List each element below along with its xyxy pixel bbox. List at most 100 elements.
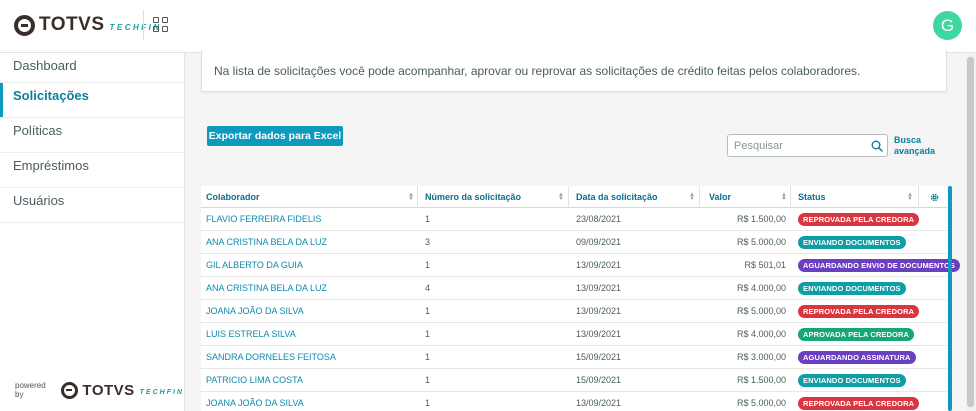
sidebar-item-solicitacoes[interactable]: Solicitações <box>0 83 184 118</box>
cell-data: 15/09/2021 <box>576 375 622 385</box>
powered-by-label: powered by <box>15 381 46 399</box>
page-scrollbar-thumb[interactable] <box>967 57 974 407</box>
cell-colaborador[interactable]: SANDRA DORNELES FEITOSA <box>206 346 336 368</box>
col-header-valor[interactable]: Valor <box>709 186 731 208</box>
table-row[interactable]: ANA CRISTINA BELA DA LUZ 4 13/09/2021 R$… <box>201 277 947 300</box>
table-row[interactable]: ANA CRISTINA BELA DA LUZ 3 09/09/2021 R$… <box>201 231 947 254</box>
cell-colaborador[interactable]: ANA CRISTINA BELA DA LUZ <box>206 231 327 253</box>
status-badge: AGUARDANDO ASSINATURA <box>798 351 916 365</box>
cell-valor: R$ 5.000,00 <box>736 237 786 247</box>
powered-by: powered by TOTVS TECHFIN <box>15 379 184 401</box>
advanced-search-link[interactable]: Busca avançada <box>894 135 939 157</box>
sort-icon[interactable]: ▲ ▼ <box>689 192 695 202</box>
export-excel-button[interactable]: Exportar dados para Excel <box>207 126 343 146</box>
gear-icon[interactable] <box>929 192 940 203</box>
totvs-logo-icon <box>14 14 35 36</box>
cell-status: ENVIANDO DOCUMENTOS <box>798 277 906 299</box>
cell-numero: 3 <box>425 237 431 247</box>
col-header-numero[interactable]: Número da solicitação <box>425 186 521 208</box>
table-row[interactable]: LUIS ESTRELA SILVA 1 13/09/2021 R$ 4.000… <box>201 323 947 346</box>
user-avatar[interactable]: G <box>933 11 962 40</box>
status-badge: REPROVADA PELA CREDORA <box>798 397 920 411</box>
cell-data: 09/09/2021 <box>576 237 622 247</box>
search-box <box>727 134 888 157</box>
cell-numero: 1 <box>425 260 431 270</box>
cell-status: REPROVADA PELA CREDORA <box>798 392 920 411</box>
cell-valor: R$ 501,01 <box>744 260 786 270</box>
cell-valor: R$ 1.500,00 <box>736 214 786 224</box>
table-row[interactable]: GIL ALBERTO DA GUIA 1 13/09/2021 R$ 501,… <box>201 254 961 277</box>
sidebar-item-politicas[interactable]: Políticas <box>0 118 184 153</box>
search-icon[interactable] <box>871 140 883 152</box>
cell-data: 15/09/2021 <box>576 352 622 362</box>
table-row[interactable]: SANDRA DORNELES FEITOSA 1 15/09/2021 R$ … <box>201 346 947 369</box>
cell-data: 13/09/2021 <box>576 283 622 293</box>
totvs-techfin-logo[interactable]: TOTVS TECHFIN <box>14 14 162 36</box>
app-header: TOTVS TECHFIN G <box>0 0 976 53</box>
col-divider <box>790 186 791 208</box>
cell-valor: R$ 1.500,00 <box>736 375 786 385</box>
cell-status: REPROVADA PELA CREDORA <box>798 208 920 230</box>
cell-valor: R$ 4.000,00 <box>736 329 786 339</box>
table-scrollbar[interactable] <box>948 186 952 411</box>
col-divider <box>699 186 700 208</box>
requests-table: Colaborador ▲ ▼ Número da solicitação ▲ ▼ … <box>201 186 961 411</box>
sidebar-item-emprestimos[interactable]: Empréstimos <box>0 153 184 188</box>
sort-icon[interactable]: ▲ ▼ <box>907 192 913 202</box>
cell-numero: 1 <box>425 398 431 408</box>
cell-data: 23/08/2021 <box>576 214 622 224</box>
cell-numero: 1 <box>425 214 431 224</box>
cell-status: APROVADA PELA CREDORA <box>798 323 914 345</box>
status-badge: REPROVADA PELA CREDORA <box>798 305 920 319</box>
cell-colaborador[interactable]: ANA CRISTINA BELA DA LUZ <box>206 277 327 299</box>
col-divider <box>568 186 569 208</box>
table-header: Colaborador ▲ ▼ Número da solicitação ▲ ▼ … <box>201 186 947 208</box>
table-row[interactable]: FLAVIO FERREIRA FIDELIS 1 23/08/2021 R$ … <box>201 208 947 231</box>
search-input[interactable] <box>734 138 864 154</box>
cell-status: REPROVADA PELA CREDORA <box>798 300 920 322</box>
cell-data: 13/09/2021 <box>576 306 622 316</box>
table-row[interactable]: JOANA JOÃO DA SILVA 1 13/09/2021 R$ 5.00… <box>201 300 947 323</box>
cell-colaborador[interactable]: PATRICIO LIMA COSTA <box>206 369 303 391</box>
cell-valor: R$ 4.000,00 <box>736 283 786 293</box>
col-header-data[interactable]: Data da solicitação <box>576 186 658 208</box>
cell-status: ENVIANDO DOCUMENTOS <box>798 231 906 253</box>
cell-valor: R$ 5.000,00 <box>736 306 786 316</box>
header-divider <box>143 10 144 40</box>
powered-by-logo: TOTVS TECHFIN <box>61 379 184 401</box>
status-badge: AGUARDANDO ENVIO DE DOCUMENTOS <box>798 259 961 273</box>
status-badge: ENVIANDO DOCUMENTOS <box>798 236 906 250</box>
cell-status: AGUARDANDO ASSINATURA <box>798 346 916 368</box>
info-card: Na lista de solicitações você pode acomp… <box>201 50 947 92</box>
cell-colaborador[interactable]: JOANA JOÃO DA SILVA <box>206 300 304 322</box>
cell-data: 13/09/2021 <box>576 398 622 408</box>
cell-colaborador[interactable]: GIL ALBERTO DA GUIA <box>206 254 303 276</box>
cell-colaborador[interactable]: JOANA JOÃO DA SILVA <box>206 392 304 411</box>
cell-numero: 1 <box>425 329 431 339</box>
sidebar-item-dashboard[interactable]: Dashboard <box>0 53 184 83</box>
page-scrollbar[interactable] <box>966 53 976 411</box>
info-text: Na lista de solicitações você pode acomp… <box>214 64 861 78</box>
status-badge: APROVADA PELA CREDORA <box>798 328 914 342</box>
cell-colaborador[interactable]: LUIS ESTRELA SILVA <box>206 323 296 345</box>
col-header-colaborador[interactable]: Colaborador <box>206 186 260 208</box>
status-badge: REPROVADA PELA CREDORA <box>798 213 920 227</box>
sort-icon[interactable]: ▲ ▼ <box>558 192 564 202</box>
apps-grid-icon[interactable] <box>153 17 168 32</box>
table-row[interactable]: PATRICIO LIMA COSTA 1 15/09/2021 R$ 1.50… <box>201 369 947 392</box>
cell-data: 13/09/2021 <box>576 260 622 270</box>
cell-numero: 1 <box>425 352 431 362</box>
cell-numero: 1 <box>425 306 431 316</box>
cell-colaborador[interactable]: FLAVIO FERREIRA FIDELIS <box>206 208 321 230</box>
status-badge: ENVIANDO DOCUMENTOS <box>798 374 906 388</box>
sidebar-item-usuarios[interactable]: Usuários <box>0 188 184 223</box>
sort-icon[interactable]: ▲ ▼ <box>781 192 787 202</box>
col-header-status[interactable]: Status <box>798 186 826 208</box>
brand-name: TOTVS <box>39 14 105 35</box>
sort-icon[interactable]: ▲ ▼ <box>408 192 414 202</box>
sidebar: Dashboard Solicitações Políticas Emprést… <box>0 53 185 411</box>
table-row[interactable]: JOANA JOÃO DA SILVA 1 13/09/2021 R$ 5.00… <box>201 392 947 411</box>
cell-numero: 4 <box>425 283 431 293</box>
cell-status: AGUARDANDO ENVIO DE DOCUMENTOS <box>798 254 961 276</box>
powered-brand-name: TOTVS <box>82 381 135 399</box>
